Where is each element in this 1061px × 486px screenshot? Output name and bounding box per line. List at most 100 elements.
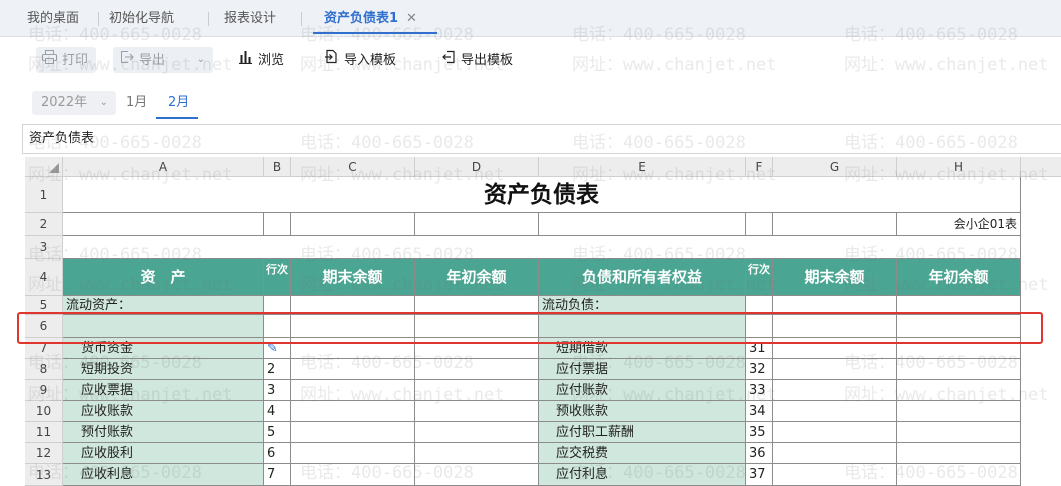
header-opening-balance-right[interactable]: 年初余额 — [897, 259, 1021, 296]
asset-item-name[interactable]: 短期投资 — [63, 359, 264, 380]
cell[interactable] — [773, 380, 897, 401]
cell[interactable] — [415, 359, 539, 380]
cell[interactable] — [63, 236, 1021, 259]
row-header-11[interactable]: 11 — [25, 422, 63, 443]
cell[interactable] — [264, 213, 291, 236]
asset-line-no[interactable]: 3 — [264, 380, 291, 401]
header-asset[interactable]: 资 产 — [63, 259, 264, 296]
header-ending-balance[interactable]: 期末余额 — [291, 259, 415, 296]
row-header-12[interactable]: 12 — [25, 443, 63, 464]
asset-line-no[interactable]: 4 — [264, 401, 291, 422]
cell[interactable] — [897, 359, 1021, 380]
select-all-corner[interactable] — [25, 157, 63, 177]
header-liabilities-equity[interactable]: 负债和所有者权益 — [539, 259, 746, 296]
liability-item-name[interactable]: 应交税费 — [539, 443, 746, 464]
asset-item-name[interactable]: 预付账款 — [63, 422, 264, 443]
print-button[interactable]: 打印 — [36, 47, 97, 73]
export-button[interactable]: 导出 ⌄ — [113, 47, 213, 73]
cell[interactable] — [415, 443, 539, 464]
cell[interactable] — [773, 359, 897, 380]
column-header-e[interactable]: E — [539, 157, 746, 177]
header-line-no-right[interactable]: 行次 — [746, 259, 773, 296]
liability-item-name[interactable]: 预收账款 — [539, 401, 746, 422]
column-header-b[interactable]: B — [264, 157, 291, 177]
cell[interactable] — [897, 380, 1021, 401]
column-header-g[interactable]: G — [773, 157, 897, 177]
cell[interactable] — [539, 213, 746, 236]
cell[interactable] — [291, 422, 415, 443]
liability-line-no[interactable]: 33 — [746, 380, 773, 401]
liability-line-no[interactable]: 32 — [746, 359, 773, 380]
header-line-no[interactable]: 行次 — [264, 259, 291, 296]
cell[interactable] — [897, 443, 1021, 464]
liability-line-no[interactable]: 34 — [746, 401, 773, 422]
row-header-1[interactable]: 1 — [25, 177, 63, 213]
cell[interactable] — [773, 401, 897, 422]
sheet-name-bar[interactable]: 资产负债表 — [22, 124, 1061, 154]
cell[interactable] — [415, 213, 539, 236]
export-template-button[interactable]: 导出模板 — [439, 47, 513, 73]
cell[interactable] — [773, 464, 897, 486]
close-icon[interactable]: ✕ — [406, 11, 417, 26]
asset-item-name[interactable]: 应收股利 — [63, 443, 264, 464]
tab-divider — [208, 12, 209, 26]
liability-item-name[interactable]: 应付账款 — [539, 380, 746, 401]
tab-my-desktop[interactable]: 我的桌面 — [27, 0, 79, 37]
cell[interactable] — [897, 464, 1021, 486]
cell[interactable] — [291, 464, 415, 486]
asset-line-no[interactable]: 6 — [264, 443, 291, 464]
row-header-8[interactable]: 8 — [25, 359, 63, 380]
asset-item-name[interactable]: 应收账款 — [63, 401, 264, 422]
row-header-2[interactable]: 2 — [25, 213, 63, 236]
liability-item-name[interactable]: 应付职工薪酬 — [539, 422, 746, 443]
cell[interactable] — [291, 443, 415, 464]
cell[interactable] — [897, 401, 1021, 422]
tab-report-design[interactable]: 报表设计 — [224, 0, 276, 37]
header-ending-balance-right[interactable]: 期末余额 — [773, 259, 897, 296]
form-code[interactable]: 会小企01表 — [897, 213, 1021, 236]
row-header-4[interactable]: 4 — [25, 259, 63, 296]
month-tab-2[interactable]: 2月 — [168, 91, 189, 115]
header-opening-balance[interactable]: 年初余额 — [415, 259, 539, 296]
liability-line-no[interactable]: 36 — [746, 443, 773, 464]
asset-line-no[interactable]: 5 — [264, 422, 291, 443]
cell[interactable] — [773, 213, 897, 236]
row-header-10[interactable]: 10 — [25, 401, 63, 422]
tab-init-nav[interactable]: 初始化导航 — [109, 0, 174, 37]
cell[interactable] — [773, 422, 897, 443]
column-header-a[interactable]: A — [63, 157, 264, 177]
column-header-f[interactable]: F — [746, 157, 773, 177]
tab-divider — [98, 12, 99, 26]
liability-item-name[interactable]: 应付票据 — [539, 359, 746, 380]
report-title[interactable]: 资产负债表 — [63, 177, 1021, 213]
asset-item-name[interactable]: 应收票据 — [63, 380, 264, 401]
column-header-d[interactable]: D — [415, 157, 539, 177]
cell[interactable] — [291, 213, 415, 236]
cell[interactable] — [291, 359, 415, 380]
cell[interactable] — [415, 464, 539, 486]
cell[interactable] — [415, 422, 539, 443]
cell[interactable] — [746, 213, 773, 236]
row-header-3[interactable]: 3 — [25, 236, 63, 259]
row-header-13[interactable]: 13 — [25, 464, 63, 486]
row-header-9[interactable]: 9 — [25, 380, 63, 401]
cell[interactable] — [291, 380, 415, 401]
cell[interactable] — [415, 401, 539, 422]
cell[interactable] — [773, 443, 897, 464]
cell[interactable] — [291, 401, 415, 422]
cell[interactable] — [415, 380, 539, 401]
asset-item-name[interactable]: 应收利息 — [63, 464, 264, 486]
column-header-c[interactable]: C — [291, 157, 415, 177]
month-tab-1[interactable]: 1月 — [126, 91, 147, 115]
year-select[interactable]: 2022年 ⌄ — [32, 91, 116, 115]
liability-item-name[interactable]: 应付利息 — [539, 464, 746, 486]
asset-line-no[interactable]: 7 — [264, 464, 291, 486]
column-header-h[interactable]: H — [897, 157, 1021, 177]
liability-line-no[interactable]: 35 — [746, 422, 773, 443]
cell[interactable] — [897, 422, 1021, 443]
asset-line-no[interactable]: 2 — [264, 359, 291, 380]
import-template-button[interactable]: 导入模板 — [322, 47, 396, 73]
liability-line-no[interactable]: 37 — [746, 464, 773, 486]
browse-button[interactable]: 浏览 — [236, 47, 284, 73]
cell[interactable] — [63, 213, 264, 236]
